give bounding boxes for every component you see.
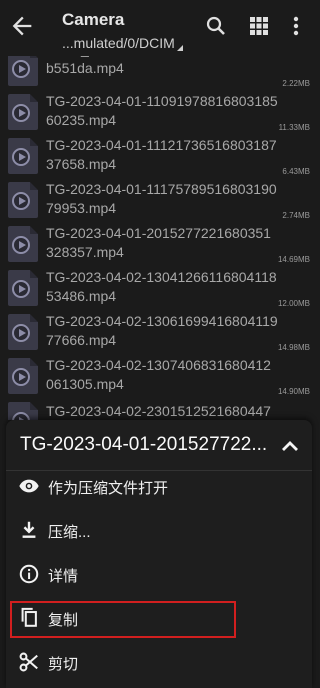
file-size: 2.22MB [282,79,310,88]
dropdown-triangle-icon [176,45,183,51]
list-item[interactable]: TG-2023-04-02-23015125216804477 [0,398,312,420]
grid-view-icon[interactable] [247,14,271,38]
list-item[interactable]: TG-2023-04-01-2015277221680351328357.mp4… [0,222,312,266]
sheet-title: TG-2023-04-01-201527722... [20,434,268,455]
download-icon [22,521,36,538]
menu-item-label: 作为压缩文件打开 [48,480,169,497]
video-file-icon [8,94,38,130]
sheet-header[interactable]: TG-2023-04-01-201527722... [6,420,312,470]
scissors-icon [19,652,38,672]
path-text: ...mulated/0/DCIM [62,35,175,51]
menu-item-label: 压缩... [48,524,91,541]
video-file-icon [8,314,38,350]
file-size: 11.33MB [278,123,310,132]
file-name: TG-2023-04-01-1117578951680319079953.mp4 [46,181,277,216]
file-size: 14.98MB [277,343,310,352]
menu-item-cut[interactable]: 剪切 [6,641,312,685]
file-size: 12.00MB [277,299,310,308]
info-icon [19,564,39,584]
file-name: TG-2023-04-02-1307406831680412061305.mp4 [46,357,271,392]
list-item[interactable]: TG-2023-04-02-1304126611680411853486.mp4… [0,266,312,310]
video-file-icon [8,358,38,394]
video-file-icon [8,270,38,306]
chevron-up-icon[interactable] [278,434,302,458]
menu-item-details[interactable]: 详情 [6,553,312,597]
path-dropdown[interactable]: ...mulated/0/DCIM [62,35,183,51]
file-size: 14.69MB [277,255,310,264]
list-item[interactable]: TG-2023-04-01-1117578951680319079953.mp4… [0,178,312,222]
eye-icon [19,479,39,493]
file-name: TG-2023-04-02-1306169941680411977666.mp4 [46,313,278,348]
file-name: TG-2023-04-02-1304126611680411853486.mp4 [46,269,277,304]
file-list: share_fa48d2be3f217daf572fb5884bb551da.m… [0,0,312,420]
file-name: TG-2023-04-01-1112173651680318737658.mp4 [46,137,277,172]
file-actions-sheet: TG-2023-04-01-201527722... 作为压缩文件打开 压缩..… [6,420,312,688]
list-item[interactable]: TG-2023-04-01-1112173651680318737658.mp4… [0,134,312,178]
video-file-icon [8,226,38,262]
file-size: 6.43MB [282,167,310,176]
folder-title: Camera [62,10,125,29]
search-icon[interactable] [204,14,228,38]
list-item[interactable]: TG-2023-04-02-1307406831680412061305.mp4… [0,354,312,398]
menu-item-open-as-archive[interactable]: 作为压缩文件打开 [6,465,312,509]
top-app-bar: Camera ...mulated/0/DCIM [0,0,312,56]
more-vert-icon[interactable] [286,14,306,38]
file-name: TG-2023-04-02-23015125216804477 [46,403,271,419]
menu-item-label: 详情 [48,568,79,585]
file-size: 2.74MB [282,211,310,220]
video-file-icon [8,402,38,420]
menu-item-label: 剪切 [48,656,79,673]
list-item[interactable]: TG-2023-04-02-1306169941680411977666.mp4… [0,310,312,354]
video-file-icon [8,138,38,174]
list-item[interactable]: TG-2023-04-01-1109197881680318560235.mp4… [0,90,312,134]
file-name: TG-2023-04-01-1109197881680318560235.mp4 [46,93,278,128]
highlight-box [10,601,236,638]
file-size: 14.90MB [277,387,310,396]
video-file-icon [8,182,38,218]
file-name: TG-2023-04-01-2015277221680351328357.mp4 [46,225,271,260]
menu-item-compress[interactable]: 压缩... [6,509,312,553]
arrow-back-icon[interactable] [8,12,36,40]
